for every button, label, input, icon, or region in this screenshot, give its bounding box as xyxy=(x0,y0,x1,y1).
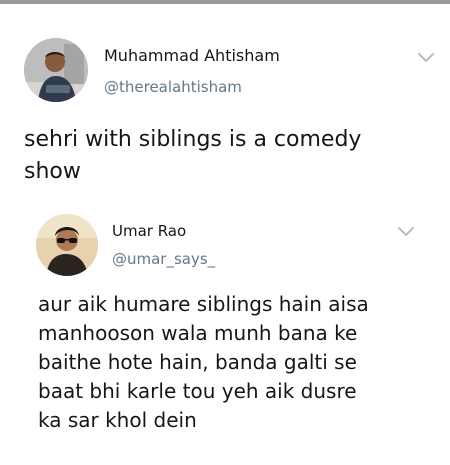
tweet-text-line: ka sar khol dein xyxy=(38,408,197,432)
avatar-photo-icon xyxy=(36,214,98,276)
top-border xyxy=(0,0,450,4)
author-handle[interactable]: @therealahtisham xyxy=(104,78,242,96)
avatar[interactable] xyxy=(24,38,88,102)
tweet-text-line: sehri with siblings is a comedy xyxy=(24,127,362,152)
avatar-photo-icon xyxy=(24,38,88,102)
author-name[interactable]: Umar Rao xyxy=(112,222,186,240)
chevron-down-icon[interactable] xyxy=(396,224,416,238)
tweet-text-line: aur aik humare siblings hain aisa xyxy=(38,292,369,316)
tweet-text: sehri with siblings is a comedy show xyxy=(24,124,361,188)
tweet-text: aur aik humare siblings hain aisa manhoo… xyxy=(38,290,369,435)
tweet-text-line: show xyxy=(24,159,81,184)
chevron-down-icon[interactable] xyxy=(416,50,436,64)
tweet-text-line: baithe hote hain, banda galti se xyxy=(38,350,357,374)
author-handle[interactable]: @umar_says_ xyxy=(112,250,215,268)
author-name[interactable]: Muhammad Ahtisham xyxy=(104,46,280,65)
tweet-text-line: baat bhi karle tou yeh aik dusre xyxy=(38,379,357,403)
tweet-text-line: manhooson wala munh bana ke xyxy=(38,321,358,345)
avatar[interactable] xyxy=(36,214,98,276)
